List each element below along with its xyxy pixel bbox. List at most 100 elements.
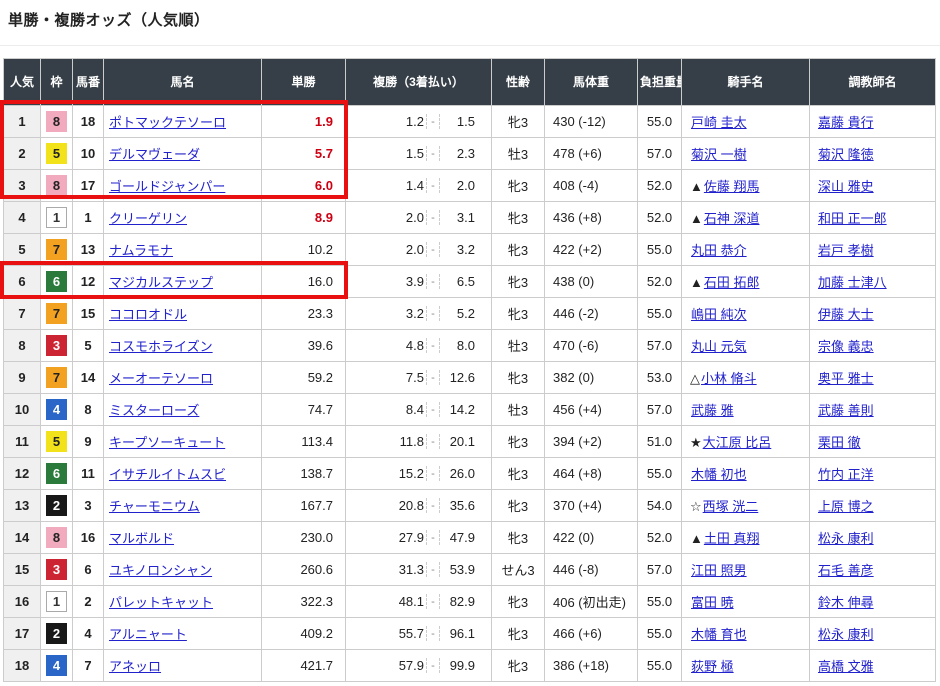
trainer-link[interactable]: 竹内 正洋 bbox=[818, 467, 874, 482]
rank-cell: 6 bbox=[4, 266, 41, 298]
jockey-link[interactable]: 丸山 元気 bbox=[691, 339, 747, 354]
horse-name-link[interactable]: ポトマックテソーロ bbox=[109, 115, 226, 130]
horse-weight-cell: 408 (-4) bbox=[545, 170, 638, 202]
place-odds-cell: 55.7 - 96.1 bbox=[346, 618, 492, 650]
jockey-link[interactable]: 武藤 雅 bbox=[691, 403, 734, 418]
table-row: 18 4 7 アネッロ 421.7 57.9 - 99.9 牝3 386 (+1… bbox=[4, 650, 936, 682]
trainer-link[interactable]: 岩戸 孝樹 bbox=[818, 243, 874, 258]
horse-name-link[interactable]: マジカルステップ bbox=[109, 275, 213, 290]
horse-name-link[interactable]: コスモホライズン bbox=[109, 339, 213, 354]
place-odds-min: 8.4 bbox=[346, 402, 426, 417]
horse-name-cell: ポトマックテソーロ bbox=[104, 106, 262, 138]
horse-name-link[interactable]: デルマヴェーダ bbox=[109, 147, 200, 162]
horse-name-link[interactable]: ミスターローズ bbox=[109, 403, 199, 418]
horse-name-link[interactable]: ココロオドル bbox=[109, 307, 187, 322]
jockey-link[interactable]: 小林 脩斗 bbox=[701, 371, 757, 386]
win-odds-cell: 113.4 bbox=[262, 426, 346, 458]
horse-number-cell: 6 bbox=[73, 554, 104, 586]
table-row: 10 4 8 ミスターローズ 74.7 8.4 - 14.2 牡3 456 (+… bbox=[4, 394, 936, 426]
jockey-link[interactable]: 木幡 育也 bbox=[691, 627, 747, 642]
sex-age-cell: 牝3 bbox=[492, 618, 545, 650]
impost-cell: 55.0 bbox=[638, 234, 682, 266]
place-odds-min: 7.5 bbox=[346, 370, 426, 385]
jockey-link[interactable]: 丸田 恭介 bbox=[691, 243, 747, 258]
horse-weight-cell: 382 (0) bbox=[545, 362, 638, 394]
jockey-cell: 富田 暁 bbox=[682, 586, 810, 618]
trainer-link[interactable]: 上原 博之 bbox=[818, 499, 874, 514]
horse-name-link[interactable]: ゴールドジャンパー bbox=[109, 179, 225, 194]
horse-name-link[interactable]: キープソーキュート bbox=[109, 435, 225, 450]
horse-number-cell: 3 bbox=[73, 490, 104, 522]
jockey-link[interactable]: 西塚 洸二 bbox=[703, 499, 759, 514]
horse-name-link[interactable]: チャーモニウム bbox=[109, 499, 200, 514]
trainer-link[interactable]: 宗像 義忠 bbox=[818, 339, 874, 354]
trainer-link[interactable]: 松永 康利 bbox=[818, 531, 874, 546]
place-odds-min: 2.0 bbox=[346, 242, 426, 257]
win-odds-cell: 5.7 bbox=[262, 138, 346, 170]
place-odds-cell: 2.0 - 3.2 bbox=[346, 234, 492, 266]
jockey-link[interactable]: 富田 暁 bbox=[691, 595, 734, 610]
horse-name-link[interactable]: ナムラモナ bbox=[109, 243, 173, 258]
horse-name-link[interactable]: アルニャート bbox=[109, 627, 187, 642]
place-odds-max: 26.0 bbox=[440, 466, 491, 481]
place-odds-dash: - bbox=[426, 146, 440, 161]
horse-name-link[interactable]: ユキノロンシャン bbox=[109, 563, 212, 578]
jockey-link[interactable]: 嶋田 純次 bbox=[691, 307, 747, 322]
horse-name-cell: アネッロ bbox=[104, 650, 262, 682]
horse-number-cell: 4 bbox=[73, 618, 104, 650]
frame-cell: 3 bbox=[41, 554, 73, 586]
apprentice-mark: ▲ bbox=[690, 531, 703, 546]
jockey-link[interactable]: 木幡 初也 bbox=[691, 467, 747, 482]
trainer-link[interactable]: 伊藤 大士 bbox=[818, 307, 874, 322]
jockey-link[interactable]: 石神 深道 bbox=[704, 211, 760, 226]
trainer-link[interactable]: 和田 正一郎 bbox=[818, 211, 887, 226]
jockey-link[interactable]: 石田 拓郎 bbox=[704, 275, 760, 290]
horse-name-link[interactable]: イサチルイトムスビ bbox=[109, 467, 226, 482]
horse-name-cell: メーオーテソーロ bbox=[104, 362, 262, 394]
trainer-link[interactable]: 菊沢 隆徳 bbox=[818, 147, 874, 162]
place-odds-max: 2.3 bbox=[440, 146, 491, 161]
jockey-link[interactable]: 戸崎 圭太 bbox=[691, 115, 747, 130]
place-odds-cell: 1.5 - 2.3 bbox=[346, 138, 492, 170]
rank-cell: 18 bbox=[4, 650, 41, 682]
jockey-link[interactable]: 荻野 極 bbox=[691, 659, 734, 674]
impost-cell: 52.0 bbox=[638, 170, 682, 202]
header-row: 人気 枠 馬番 馬名 単勝 複勝（3着払い） 性齢 馬体重 負担重量 騎手名 調… bbox=[4, 59, 936, 106]
jockey-link[interactable]: 大江原 比呂 bbox=[703, 435, 772, 450]
trainer-link[interactable]: 嘉藤 貴行 bbox=[818, 115, 874, 130]
trainer-link[interactable]: 松永 康利 bbox=[818, 627, 874, 642]
place-odds-max: 6.5 bbox=[440, 274, 491, 289]
impost-cell: 57.0 bbox=[638, 554, 682, 586]
jockey-link[interactable]: 菊沢 一樹 bbox=[691, 147, 747, 162]
frame-cell: 1 bbox=[41, 586, 73, 618]
page-title: 単勝・複勝オッズ（人気順） bbox=[8, 9, 210, 30]
horse-name-link[interactable]: メーオーテソーロ bbox=[109, 371, 213, 386]
horse-name-link[interactable]: アネッロ bbox=[109, 659, 161, 674]
trainer-link[interactable]: 深山 雅史 bbox=[818, 179, 874, 194]
apprentice-mark: ▲ bbox=[690, 275, 703, 290]
rank-cell: 9 bbox=[4, 362, 41, 394]
trainer-link[interactable]: 栗田 徹 bbox=[818, 435, 861, 450]
horse-weight-cell: 438 (0) bbox=[545, 266, 638, 298]
trainer-link[interactable]: 奥平 雅士 bbox=[818, 371, 874, 386]
horse-name-link[interactable]: クリーゲリン bbox=[109, 211, 187, 226]
place-odds-dash: - bbox=[426, 370, 440, 385]
sex-age-cell: 牝3 bbox=[492, 458, 545, 490]
impost-cell: 52.0 bbox=[638, 202, 682, 234]
jockey-link[interactable]: 土田 真翔 bbox=[704, 531, 760, 546]
horse-name-link[interactable]: マルボルド bbox=[109, 531, 174, 546]
rank-cell: 5 bbox=[4, 234, 41, 266]
jockey-link[interactable]: 佐藤 翔馬 bbox=[704, 179, 760, 194]
horse-number-cell: 7 bbox=[73, 650, 104, 682]
trainer-link[interactable]: 石毛 善彦 bbox=[818, 563, 874, 578]
trainer-link[interactable]: 武藤 善則 bbox=[818, 403, 874, 418]
horse-name-link[interactable]: パレットキャット bbox=[109, 595, 213, 610]
jockey-link[interactable]: 江田 照男 bbox=[691, 563, 747, 578]
horse-number-cell: 8 bbox=[73, 394, 104, 426]
trainer-link[interactable]: 高橋 文雅 bbox=[818, 659, 874, 674]
trainer-link[interactable]: 加藤 士津八 bbox=[818, 275, 887, 290]
trainer-cell: 深山 雅史 bbox=[810, 170, 936, 202]
place-odds-max: 82.9 bbox=[440, 594, 491, 609]
trainer-link[interactable]: 鈴木 伸尋 bbox=[818, 595, 874, 610]
col-header-jockey: 騎手名 bbox=[682, 59, 810, 106]
